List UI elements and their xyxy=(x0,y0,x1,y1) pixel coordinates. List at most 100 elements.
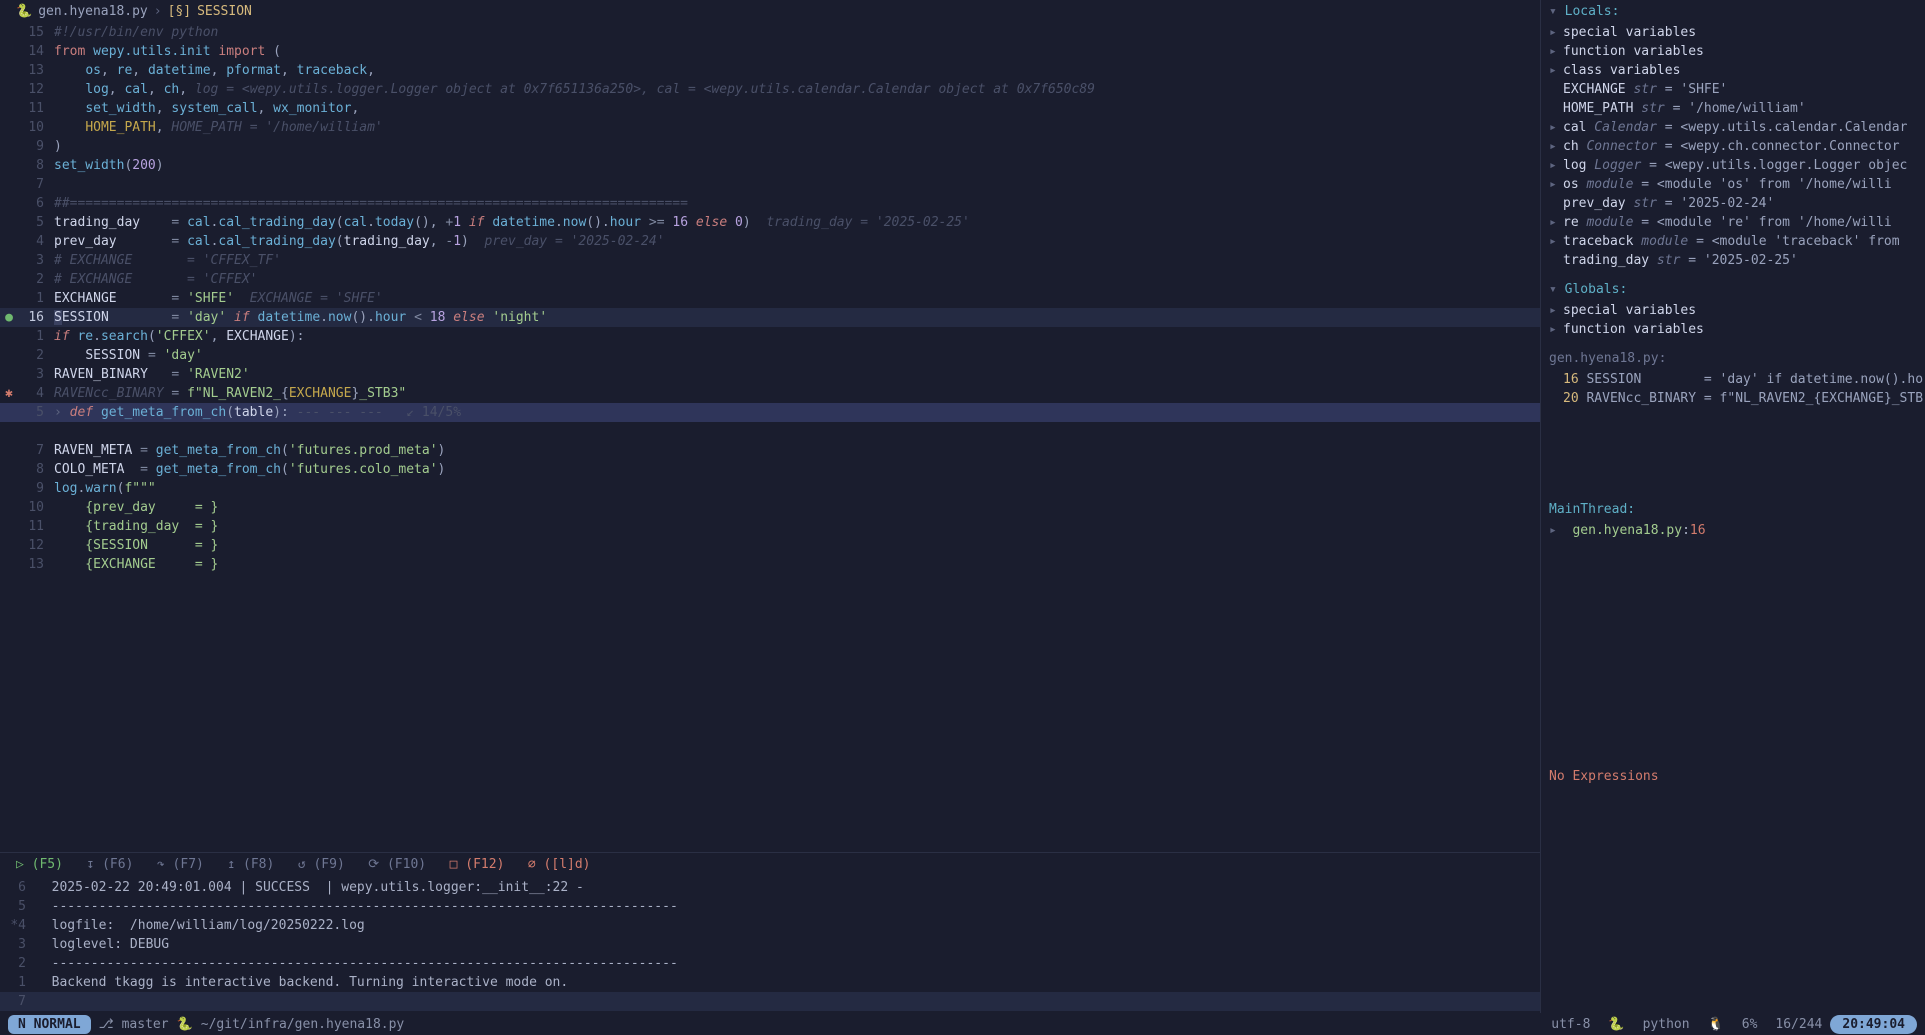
code-text[interactable]: # EXCHANGE = 'CFFEX' xyxy=(54,270,1540,289)
threads-panel[interactable]: ▸ gen.hyena18.py:16 xyxy=(1541,521,1925,540)
code-line[interactable]: 7 xyxy=(0,175,1540,194)
code-text[interactable]: SESSION = 'day' xyxy=(54,346,1540,365)
code-line[interactable]: 8COLO_META = get_meta_from_ch('futures.c… xyxy=(0,460,1540,479)
code-text[interactable]: RAVEN_BINARY = 'RAVEN2' xyxy=(54,365,1540,384)
code-line[interactable]: 2 SESSION = 'day' xyxy=(0,346,1540,365)
code-line[interactable]: 4prev_day = cal.cal_trading_day(trading_… xyxy=(0,232,1540,251)
log-line[interactable]: 6 2025-02-22 20:49:01.004 | SUCCESS | we… xyxy=(0,878,1540,897)
expand-icon[interactable] xyxy=(1549,99,1563,118)
diagnostic-row[interactable]: 20 RAVENcc_BINARY = f"NL_RAVEN2_{EXCHANG… xyxy=(1541,389,1925,408)
code-text[interactable]: set_width(200) xyxy=(54,156,1540,175)
code-line[interactable]: 10 {prev_day = } xyxy=(0,498,1540,517)
log-area[interactable]: 6 2025-02-22 20:49:01.004 | SUCCESS | we… xyxy=(0,876,1540,1013)
code-text[interactable]: log, cal, ch, log = <wepy.utils.logger.L… xyxy=(54,80,1540,99)
code-text[interactable]: #!/usr/bin/env python xyxy=(54,23,1540,42)
code-line[interactable]: 3RAVEN_BINARY = 'RAVEN2' xyxy=(0,365,1540,384)
code-line[interactable]: 13 {EXCHANGE = } xyxy=(0,555,1540,574)
error-icon[interactable]: ✱ xyxy=(0,384,18,403)
variable-row[interactable]: ▸class variables xyxy=(1549,61,1917,80)
code-text[interactable]: ##======================================… xyxy=(54,194,1540,213)
log-line[interactable]: 3 loglevel: DEBUG xyxy=(0,935,1540,954)
code-text[interactable]: {prev_day = } xyxy=(54,498,1540,517)
stack-frame[interactable]: ▸ gen.hyena18.py:16 xyxy=(1549,521,1917,540)
code-text[interactable]: prev_day = cal.cal_trading_day(trading_d… xyxy=(54,232,1540,251)
expand-icon[interactable]: ▸ xyxy=(1549,118,1563,137)
code-line[interactable]: 1if re.search('CFFEX', EXCHANGE): xyxy=(0,327,1540,346)
code-text[interactable]: {SESSION = } xyxy=(54,536,1540,555)
breakpoint-icon[interactable]: ● xyxy=(0,308,18,327)
expand-icon[interactable]: ▸ xyxy=(1549,232,1563,251)
code-text[interactable]: RAVENcc_BINARY = f"NL_RAVEN2_{EXCHANGE}_… xyxy=(54,384,1540,403)
code-text[interactable]: HOME_PATH, HOME_PATH = '/home/william' xyxy=(54,118,1540,137)
debug-continue-button[interactable]: ▷ (F5) xyxy=(16,857,63,872)
log-line[interactable]: 5 --------------------------------------… xyxy=(0,897,1540,916)
variable-row[interactable]: ▸cal Calendar = <wepy.utils.calendar.Cal… xyxy=(1549,118,1917,137)
debug-stepover-button[interactable]: ↧ (F6) xyxy=(86,857,133,872)
expand-icon[interactable]: ▸ xyxy=(1549,156,1563,175)
code-text[interactable]: log.warn(f""" xyxy=(54,479,1540,498)
code-line[interactable]: 10 HOME_PATH, HOME_PATH = '/home/william… xyxy=(0,118,1540,137)
diagnostic-row[interactable]: 16 SESSION = 'day' if datetime.now().ho xyxy=(1541,370,1925,389)
code-text[interactable]: {trading_day = } xyxy=(54,517,1540,536)
code-line[interactable]: 14from wepy.utils.init import ( xyxy=(0,42,1540,61)
debug-disconnect-button[interactable]: ⌀ ([l]d) xyxy=(528,857,591,872)
code-line[interactable]: 7RAVEN_META = get_meta_from_ch('futures.… xyxy=(0,441,1540,460)
code-line[interactable]: 5trading_day = cal.cal_trading_day(cal.t… xyxy=(0,213,1540,232)
code-text[interactable]: RAVEN_META = get_meta_from_ch('futures.p… xyxy=(54,441,1540,460)
code-line[interactable]: 9log.warn(f""" xyxy=(0,479,1540,498)
expand-icon[interactable] xyxy=(1549,194,1563,213)
code-text[interactable]: SESSION = 'day' if datetime.now().hour <… xyxy=(54,308,1540,327)
expand-icon[interactable]: ▸ xyxy=(1549,175,1563,194)
variable-row[interactable]: EXCHANGE str = 'SHFE' xyxy=(1549,80,1917,99)
code-line[interactable]: 11 set_width, system_call, wx_monitor, xyxy=(0,99,1540,118)
breadcrumb-file[interactable]: gen.hyena18.py xyxy=(38,4,148,19)
code-line[interactable]: 2# EXCHANGE = 'CFFEX' xyxy=(0,270,1540,289)
globals-header[interactable]: ▾ Globals: xyxy=(1541,278,1925,301)
variable-row[interactable]: prev_day str = '2025-02-24' xyxy=(1549,194,1917,213)
code-text[interactable]: trading_day = cal.cal_trading_day(cal.to… xyxy=(54,213,1540,232)
code-line[interactable]: 11 {trading_day = } xyxy=(0,517,1540,536)
code-text[interactable]: EXCHANGE = 'SHFE' EXCHANGE = 'SHFE' xyxy=(54,289,1540,308)
expand-icon[interactable]: ▸ xyxy=(1549,320,1563,339)
code-line[interactable]: 13 os, re, datetime, pformat, traceback, xyxy=(0,61,1540,80)
locals-panel[interactable]: ▸special variables▸function variables▸cl… xyxy=(1541,23,1925,270)
code-line[interactable]: 3# EXCHANGE = 'CFFEX_TF' xyxy=(0,251,1540,270)
variable-row[interactable]: ▸re module = <module 're' from '/home/wi… xyxy=(1549,213,1917,232)
code-line[interactable]: 12 log, cal, ch, log = <wepy.utils.logge… xyxy=(0,80,1540,99)
debug-stepinto-button[interactable]: ↷ (F7) xyxy=(157,857,204,872)
expand-icon[interactable] xyxy=(1549,80,1563,99)
code-line[interactable]: 5› def get_meta_from_ch(table): --- --- … xyxy=(0,403,1540,422)
threads-header[interactable]: MainThread: xyxy=(1541,498,1925,521)
breadcrumb-symbol[interactable]: SESSION xyxy=(197,4,252,19)
expand-icon[interactable]: ▸ xyxy=(1549,213,1563,232)
code-text[interactable]: › def get_meta_from_ch(table): --- --- -… xyxy=(54,403,1540,422)
code-line[interactable]: 6##=====================================… xyxy=(0,194,1540,213)
code-area[interactable]: 15#!/usr/bin/env python14from wepy.utils… xyxy=(0,23,1540,852)
variable-row[interactable]: ▸ch Connector = <wepy.ch.connector.Conne… xyxy=(1549,137,1917,156)
code-text[interactable]: os, re, datetime, pformat, traceback, xyxy=(54,61,1540,80)
debug-restart-button[interactable]: ⟳ (F10) xyxy=(368,857,426,872)
code-text[interactable]: COLO_META = get_meta_from_ch('futures.co… xyxy=(54,460,1540,479)
expand-icon[interactable]: ▸ xyxy=(1549,42,1563,61)
code-line[interactable]: ●16SESSION = 'day' if datetime.now().hou… xyxy=(0,308,1540,327)
code-text[interactable]: if re.search('CFFEX', EXCHANGE): xyxy=(54,327,1540,346)
log-line[interactable]: 1 Backend tkagg is interactive backend. … xyxy=(0,973,1540,992)
globals-panel[interactable]: ▸special variables▸function variables xyxy=(1541,301,1925,339)
diagnostics-panel[interactable]: 16 SESSION = 'day' if datetime.now().ho2… xyxy=(1541,370,1925,408)
code-line[interactable]: ✱4RAVENcc_BINARY = f"NL_RAVEN2_{EXCHANGE… xyxy=(0,384,1540,403)
log-line[interactable]: *4 logfile: /home/william/log/20250222.l… xyxy=(0,916,1540,935)
variable-row[interactable]: ▸function variables xyxy=(1549,42,1917,61)
code-text[interactable]: set_width, system_call, wx_monitor, xyxy=(54,99,1540,118)
debug-stepout-button[interactable]: ↥ (F8) xyxy=(227,857,274,872)
code-text[interactable]: {EXCHANGE = } xyxy=(54,555,1540,574)
expand-icon[interactable]: ▸ xyxy=(1549,61,1563,80)
expand-icon[interactable] xyxy=(1549,251,1563,270)
variable-row[interactable]: ▸os module = <module 'os' from '/home/wi… xyxy=(1549,175,1917,194)
expand-icon[interactable]: ▸ xyxy=(1549,301,1563,320)
debug-reverse-button[interactable]: ↺ (F9) xyxy=(298,857,345,872)
variable-row[interactable]: ▸log Logger = <wepy.utils.logger.Logger … xyxy=(1549,156,1917,175)
expand-icon[interactable]: ▸ xyxy=(1549,137,1563,156)
code-line[interactable]: 8set_width(200) xyxy=(0,156,1540,175)
code-line[interactable]: 1EXCHANGE = 'SHFE' EXCHANGE = 'SHFE' xyxy=(0,289,1540,308)
code-line[interactable]: 15#!/usr/bin/env python xyxy=(0,23,1540,42)
